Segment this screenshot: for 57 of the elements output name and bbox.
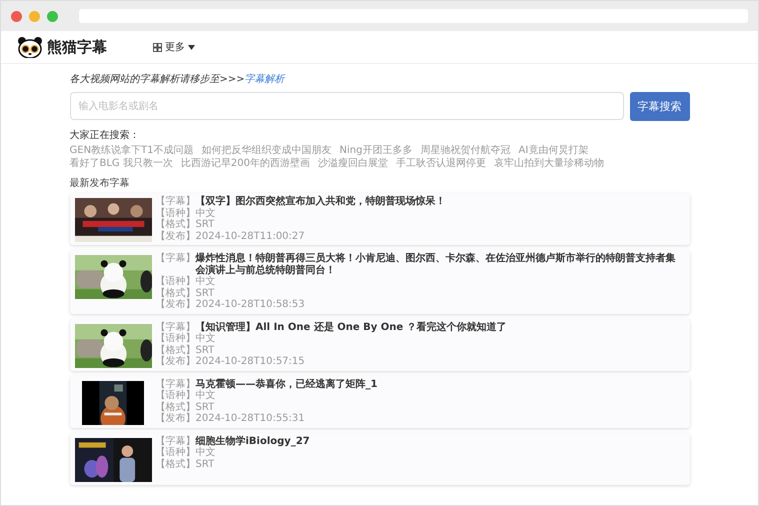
field-label: 【格式】 [156,458,196,470]
format-value: SRT [196,219,214,230]
search-field[interactable]: 输入电影名或剧名 [70,92,624,120]
field-label: 【发布】 [156,413,196,424]
close-dot-icon[interactable] [11,10,22,22]
field-label: 【语种】 [156,276,196,288]
field-label: 【发布】 [156,356,196,368]
field-label: 【字幕】 [156,378,196,390]
language-value: 中文 [196,208,216,219]
field-label: 【字幕】 [156,253,196,266]
search-button[interactable]: 字幕搜索 [630,92,690,121]
date-value: 2024-10-28T11:00:27 [196,230,305,242]
more-menu[interactable]: 更多 [153,40,195,54]
subtitle-card[interactable]: 【字幕】【知识管理】All In One 还是 One By One ？看完这个你就知道了 【语种】中文 【格式】SRT 【发布】2024-10-28T10:57:15 [70,318,690,370]
field-label: 【字幕】 [156,322,196,332]
panda-logo-icon [17,36,43,58]
subtitle-title[interactable]: 【双字】图尔西突然宣布加入共和党，特朗普现场惊呆！ [196,196,446,208]
field-label: 【发布】 [156,299,196,310]
subtitle-title[interactable]: 马克霍顿——恭喜你，已经逃离了矩阵_1 [196,378,378,390]
field-label: 【格式】 [156,344,196,356]
field-label: 【字幕】 [156,196,196,208]
notice-text: 各大视频网站的字幕解析请移步至>>>字幕解析 [70,72,286,86]
language-value: 中文 [196,447,216,458]
date-value: 2024-10-28T10:58:53 [196,299,305,310]
field-label: 【格式】 [156,288,196,298]
subtitle-card[interactable]: 【字幕】爆炸性消息！特朗普再得三员大将！小肯尼迪、图尔西、卡尔森、在佐治亚州德卢斯市举行的特朗普支持者集会演讲上与前总统特朗普同台！ 【语种】中文 【格式】SRT 【发布】2024-10-28T10:58:53 [70,250,690,314]
format-value: SRT [196,288,214,299]
subtitle-title[interactable]: 爆炸性消息！特朗普再得三员大将！小肯尼迪、图尔西、卡尔森、在佐治亚州德卢斯市举行的特朗普支持者集会演讲上与前总统特朗普同台！ [196,253,684,276]
logo-text[interactable]: 熊猫字幕 [47,38,107,56]
subtitle-card[interactable]: 【字幕】【双字】图尔西突然宣布加入共和党，特朗普现场惊呆！ 【语种】中文 【格式】SRT 【发布】2024-10-28T11:00:27 [70,193,690,245]
language-value: 中文 [196,333,216,344]
language-value: 中文 [196,390,216,402]
field-label: 【格式】 [156,219,196,230]
field-label: 【语种】 [156,208,196,218]
field-label: 【字幕】 [156,436,196,446]
field-label: 【格式】 [156,402,196,412]
format-value: SRT [196,402,214,413]
subtitle-title[interactable]: 细胞生物学iBiology_27 [196,436,310,447]
field-label: 【语种】 [156,447,196,458]
hot-search-title: 大家正在搜索： [70,128,140,142]
subtitle-card[interactable]: 【字幕】细胞生物学iBiology_27 【语种】中文 【格式】SRT [70,432,690,484]
field-label: 【发布】 [156,230,196,242]
date-value: 2024-10-28T10:57:15 [196,356,305,368]
minimize-dot-icon[interactable] [29,10,40,22]
language-value: 中文 [196,276,216,288]
format-value: SRT [196,458,214,470]
subtitle-card[interactable]: 【字幕】马克霍顿——恭喜你，已经逃离了矩阵_1 【语种】中文 【格式】SRT 【发布】2024-10-28T10:55:31 [70,376,690,428]
format-value: SRT [196,344,214,356]
section-title: 最新发布字幕 [70,176,130,190]
date-value: 2024-10-28T10:55:31 [196,413,305,424]
subtitle-title[interactable]: 【知识管理】All In One 还是 One By One ？看完这个你就知道了 [196,322,507,333]
caret-icon [188,44,195,50]
grid-icon [153,42,162,52]
subtitle-parse-link[interactable]: 字幕解析 [244,74,285,85]
field-label: 【语种】 [156,390,196,402]
maximize-dot-icon[interactable] [47,10,58,22]
field-label: 【语种】 [156,333,196,344]
